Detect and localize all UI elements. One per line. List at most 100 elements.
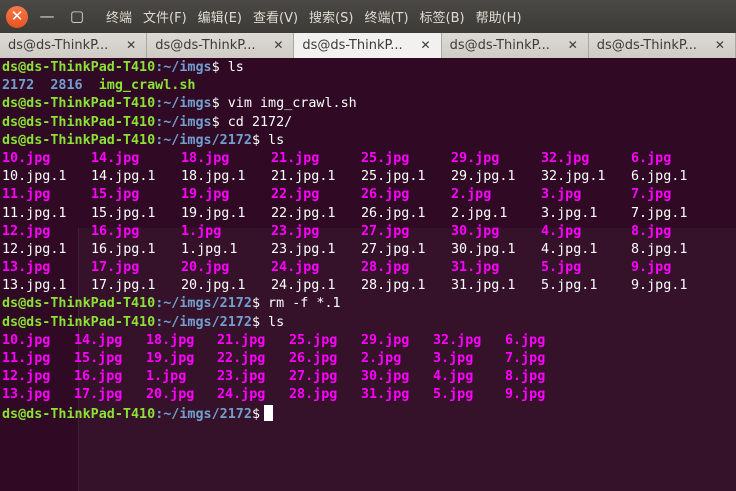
tab-1[interactable]: ds@ds-ThinkP... ✕ xyxy=(0,33,148,58)
file-entry: 26.jpg xyxy=(361,187,410,203)
prompt-path: :~/imgs/2172 xyxy=(155,406,252,422)
file-entry: 16.jpg xyxy=(91,223,140,239)
file-entry: 7.jpg xyxy=(631,187,672,203)
listing-row: 13.jpg 17.jpg 20.jpg 24.jpg 28.jpg 31.jpg 5.jp… xyxy=(2,386,545,404)
terminal-line: ds@ds-ThinkPad-T410:~/imgs/2172$ ls xyxy=(2,314,357,332)
terminal-output[interactable]: ds@ds-ThinkPad-T410:~/imgs$ ls 2172 2816… xyxy=(0,58,736,491)
menu-file[interactable]: 文件(F) xyxy=(143,5,187,28)
file-entry: 20.jpg.1 xyxy=(181,278,246,294)
file-entry: 6.jpg xyxy=(631,150,672,166)
file-entry: 5.jpg.1 xyxy=(541,278,598,294)
title-menu-bar: ✕ — ▢ 终端 文件(F) 编辑(E) 查看(V) 搜索(S) 终端(T) 标… xyxy=(0,0,736,33)
file-entry: 25.jpg.1 xyxy=(361,169,426,185)
file-entry: 31.jpg xyxy=(451,260,500,276)
file-entry: 14.jpg xyxy=(74,332,123,348)
file-entry: 29.jpg.1 xyxy=(451,169,516,185)
prompt-dollar: $ xyxy=(211,96,220,112)
file-entry: 21.jpg.1 xyxy=(271,169,336,185)
file-entry: 20.jpg xyxy=(181,260,230,276)
menu-edit[interactable]: 编辑(E) xyxy=(198,5,242,28)
menu-terminal[interactable]: 终端(T) xyxy=(364,5,408,28)
file-entry: 12.jpg xyxy=(2,223,51,239)
file-entry: 28.jpg xyxy=(361,260,410,276)
file-entry: 10.jpg xyxy=(2,150,51,166)
terminal-line: ds@ds-ThinkPad-T410:~/imgs/2172$ xyxy=(2,404,357,423)
tab-3-active[interactable]: ds@ds-ThinkP... ✕ xyxy=(294,33,442,58)
file-entry: 22.jpg.1 xyxy=(271,205,336,221)
file-entry: 13.jpg xyxy=(2,260,51,276)
prompt-dollar: $ xyxy=(251,406,260,422)
file-entry: 5.jpg xyxy=(541,260,582,276)
prompt-user: ds@ds-ThinkPad-T410 xyxy=(2,406,156,422)
terminal-line: ds@ds-ThinkPad-T410:~/imgs/2172$ ls xyxy=(2,132,357,150)
command-text: ls xyxy=(260,132,285,148)
file-entry: 32.jpg xyxy=(433,332,482,348)
tab-close-icon[interactable]: ✕ xyxy=(419,38,433,52)
file-entry: 1.jpg xyxy=(146,369,187,385)
menu-view[interactable]: 查看(V) xyxy=(253,5,298,28)
menu-terminal-app[interactable]: 终端 xyxy=(106,5,132,28)
file-entry: 6.jpg xyxy=(505,332,546,348)
file-entry: 18.jpg.1 xyxy=(181,169,246,185)
tab-label: ds@ds-ThinkP... xyxy=(449,38,550,53)
tab-4[interactable]: ds@ds-ThinkP... ✕ xyxy=(441,33,589,58)
terminal-line: ds@ds-ThinkPad-T410:~/imgs$ cd 2172/ xyxy=(2,114,357,132)
file-entry: 23.jpg.1 xyxy=(271,241,336,257)
menu-tabs[interactable]: 标签(B) xyxy=(420,5,465,28)
tab-label: ds@ds-ThinkP... xyxy=(302,38,403,53)
file-entry: 18.jpg xyxy=(146,332,195,348)
maximize-window-icon[interactable]: ▢ xyxy=(66,6,88,28)
file-entry: 4.jpg.1 xyxy=(541,241,598,257)
file-entry: 3.jpg.1 xyxy=(541,205,598,221)
menu-search[interactable]: 搜索(S) xyxy=(309,5,353,28)
file-entry: 12.jpg xyxy=(2,369,51,385)
file-entry: 21.jpg xyxy=(271,150,320,166)
minimize-window-icon[interactable]: — xyxy=(36,6,58,28)
prompt-dollar: $ xyxy=(211,114,220,130)
tab-label: ds@ds-ThinkP... xyxy=(155,38,256,53)
file-entry: 7.jpg xyxy=(505,351,546,366)
listing-row: 12.jpg 16.jpg 1.jpg 23.jpg 27.jpg 30.jpg 4.jpg… xyxy=(2,368,545,386)
file-entry: 13.jpg.1 xyxy=(2,278,67,294)
file-entry: 11.jpg xyxy=(2,351,51,366)
file-entry: 2.jpg xyxy=(451,187,492,203)
tab-close-icon[interactable]: ✕ xyxy=(124,38,138,52)
tab-close-icon[interactable]: ✕ xyxy=(566,38,580,52)
file-entry: 21.jpg xyxy=(217,332,266,348)
dir-entry: 2816 xyxy=(50,78,83,94)
file-entry: 19.jpg xyxy=(146,351,195,366)
tab-5[interactable]: ds@ds-ThinkP... ✕ xyxy=(588,33,736,58)
listing-row: 11.jpg.1 15.jpg.1 19.jpg.1 22.jpg.1 26.jpg.1… xyxy=(2,205,687,223)
file-entry: 28.jpg.1 xyxy=(361,278,426,294)
tab-bar: ds@ds-ThinkP... ✕ ds@ds-ThinkP... ✕ ds@d… xyxy=(0,33,736,58)
command-text: cd 2172/ xyxy=(219,114,293,130)
tab-close-icon[interactable]: ✕ xyxy=(271,38,285,52)
file-entry: 32.jpg.1 xyxy=(541,169,606,185)
menu-list: 终端 文件(F) 编辑(E) 查看(V) 搜索(S) 终端(T) 标签(B) 帮… xyxy=(106,5,533,28)
file-entry: 24.jpg.1 xyxy=(271,278,336,294)
prompt-user: ds@ds-ThinkPad-T410 xyxy=(2,114,156,130)
file-entry: 20.jpg xyxy=(146,387,195,403)
file-entry: 26.jpg xyxy=(289,351,338,366)
prompt-dollar: $ xyxy=(251,296,260,312)
file-entry: 11.jpg.1 xyxy=(2,205,67,221)
file-entry: 12.jpg.1 xyxy=(2,241,67,257)
tab-2[interactable]: ds@ds-ThinkP... ✕ xyxy=(147,33,295,58)
file-entry: 25.jpg xyxy=(361,150,410,166)
listing-row: 10.jpg 14.jpg 18.jpg 21.jpg 25.jpg 29.jpg 32.j… xyxy=(2,332,545,350)
close-window-icon[interactable]: ✕ xyxy=(6,5,28,28)
file-entry: 8.jpg.1 xyxy=(631,241,688,257)
file-entry: 7.jpg.1 xyxy=(631,205,688,221)
file-entry: 2.jpg.1 xyxy=(451,205,508,221)
menu-help[interactable]: 帮助(H) xyxy=(476,5,522,28)
file-entry: 16.jpg.1 xyxy=(91,241,156,257)
listing-row: 12.jpg 16.jpg 1.jpg 23.jpg 27.jpg 30.jpg 4.jpg… xyxy=(2,223,671,241)
prompt-dollar: $ xyxy=(251,132,260,148)
prompt-path: :~/imgs/2172 xyxy=(155,296,252,312)
tab-close-icon[interactable]: ✕ xyxy=(713,38,727,52)
file-entry: 31.jpg xyxy=(361,387,410,403)
terminal-line: ds@ds-ThinkPad-T410:~/imgs$ vim img_craw… xyxy=(2,95,357,113)
prompt-user: ds@ds-ThinkPad-T410 xyxy=(2,96,156,112)
file-entry: 25.jpg xyxy=(289,332,338,348)
prompt-user: ds@ds-ThinkPad-T410 xyxy=(2,296,156,312)
